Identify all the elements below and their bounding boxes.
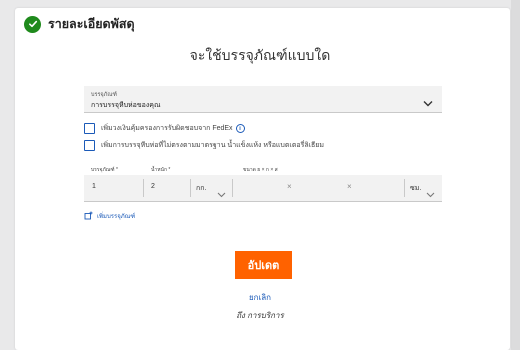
dimension-separator: × (287, 182, 292, 191)
special-packaging-option: เพิ่มการบรรจุหีบห่อที่ไม่ตรงตามมาตรฐาน น… (84, 140, 324, 151)
dimension-separator: × (347, 182, 352, 191)
packages-count-label: บรรจุภัณฑ์ * (91, 167, 118, 173)
declared-value-label: เพิ่มวงเงินคุ้มครองการรับผิดชอบจาก FedEx (101, 125, 233, 132)
package-fields-row: 1 2 กก. × × ซม. (84, 175, 442, 202)
dimension-unit-select[interactable]: ซม. (410, 183, 421, 194)
special-packaging-checkbox[interactable] (84, 140, 95, 151)
field-divider (190, 179, 191, 197)
to-service-heading: ถึง การบริการ (236, 311, 284, 320)
cancel-link[interactable]: ยกเลิก (0, 291, 520, 304)
field-divider (232, 179, 233, 197)
chevron-down-icon (217, 185, 226, 203)
update-button[interactable]: อัปเดต (235, 251, 292, 279)
declared-value-checkbox[interactable] (84, 123, 95, 134)
packages-count-input[interactable]: 1 (92, 183, 96, 190)
declared-value-option: เพิ่มวงเงินคุ้มครองการรับผิดชอบจาก FedEx… (84, 123, 245, 134)
field-divider (404, 179, 405, 197)
add-package-label: เพิ่มบรรจุภัณฑ์ (97, 214, 136, 220)
packaging-select[interactable]: บรรจุภัณฑ์ การบรรจุหีบห่อของคุณ (84, 86, 442, 113)
dimensions-label: ขนาด ย × ก × ส (243, 167, 278, 173)
weight-label: น้ำหนัก * (151, 167, 171, 173)
checkmark-icon (24, 15, 41, 33)
info-icon[interactable]: i (235, 124, 245, 133)
weight-input[interactable]: 2 (151, 183, 155, 190)
add-package-icon (84, 207, 93, 225)
page-title: จะใช้บรรจุภัณฑ์แบบใด (189, 47, 331, 63)
chevron-down-icon (423, 94, 433, 112)
field-divider (143, 179, 144, 197)
section-header: รายละเอียดพัสดุ (24, 15, 135, 33)
packaging-value: การบรรจุหีบห่อของคุณ (91, 102, 161, 109)
weight-unit-select[interactable]: กก. (196, 183, 206, 194)
chevron-down-icon (426, 185, 435, 203)
packaging-label: บรรจุภัณฑ์ (91, 92, 117, 98)
add-package-link[interactable]: เพิ่มบรรจุภัณฑ์ (84, 207, 135, 225)
special-packaging-label: เพิ่มการบรรจุหีบห่อที่ไม่ตรงตามมาตรฐาน น… (101, 142, 324, 149)
section-title: รายละเอียดพัสดุ (48, 17, 135, 31)
